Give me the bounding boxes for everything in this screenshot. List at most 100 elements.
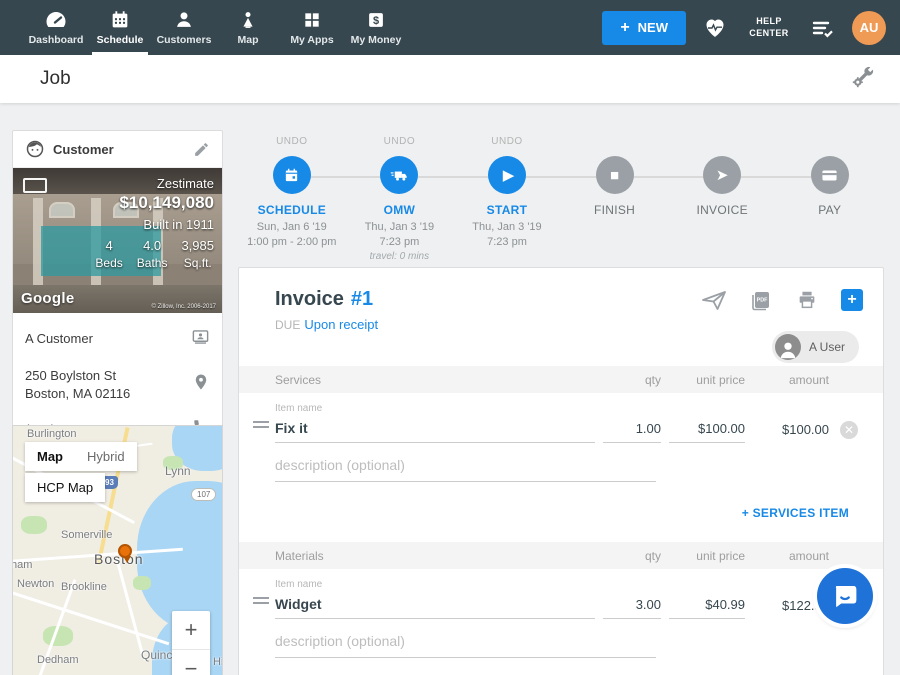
time-line: 7:23 pm xyxy=(380,236,420,248)
send-plane-icon: ➤ xyxy=(716,168,729,183)
materials-section-title: Materials xyxy=(275,549,595,563)
map-label-dedham: Dedham xyxy=(37,654,79,666)
chat-bubble-button[interactable] xyxy=(817,568,873,624)
services-item-row: Item name Fix it 1.00 $100.00 $100.00 ✕ xyxy=(239,393,883,443)
help-center-link[interactable]: HELP CENTER xyxy=(744,16,794,39)
park-area xyxy=(21,516,47,534)
property-streetview-photo[interactable]: Zestimate $10,149,080 Built in 1911 4Bed… xyxy=(13,168,222,313)
timeline-step-pay: PAY xyxy=(776,130,884,264)
service-qty-input[interactable]: 1.00 xyxy=(603,419,661,443)
new-button[interactable]: + NEW xyxy=(602,11,686,45)
finish-step-button[interactable]: ■ xyxy=(596,156,634,194)
invoice-number[interactable]: #1 xyxy=(351,288,373,311)
nav-item-my-apps[interactable]: My Apps xyxy=(280,0,344,55)
map-type-map-button[interactable]: Map xyxy=(25,442,75,471)
amount-column-header: amount xyxy=(753,373,829,387)
invoice-step-button[interactable]: ➤ xyxy=(703,156,741,194)
location-pin-icon[interactable] xyxy=(192,373,210,396)
hcp-map-button[interactable]: HCP Map xyxy=(25,473,105,502)
step-label: PAY xyxy=(818,203,841,217)
step-label: OMW xyxy=(384,203,416,217)
schedule-calendar-icon xyxy=(109,9,131,31)
assigned-user-chip[interactable]: A User xyxy=(772,331,859,363)
omw-step-button[interactable] xyxy=(380,156,418,194)
plus-icon: + xyxy=(620,19,629,37)
nav-label: Dashboard xyxy=(29,34,84,46)
nav-label: Customers xyxy=(157,34,212,46)
nav-item-my-money[interactable]: $ My Money xyxy=(344,0,408,55)
undo-start-button[interactable]: UNDO xyxy=(491,130,522,152)
timeline-step-start: UNDO ▶ START Thu, Jan 3 '19 7:23 pm xyxy=(453,130,561,264)
add-services-item-link[interactable]: + SERVICES ITEM xyxy=(742,506,849,520)
map-type-buttons: Map Hybrid xyxy=(25,442,137,471)
nav-item-schedule[interactable]: Schedule xyxy=(88,0,152,55)
undo-omw-button[interactable]: UNDO xyxy=(384,130,415,152)
nav-label: Map xyxy=(238,34,259,46)
zoom-out-button[interactable]: − xyxy=(172,649,210,675)
zestimate-overlay: Zestimate $10,149,080 Built in 1911 4Bed… xyxy=(95,176,214,270)
pdf-icon[interactable]: PDF xyxy=(749,288,773,312)
timeline-step-schedule: UNDO SCHEDULE Sun, Jan 6 '191:00 pm - 2:… xyxy=(238,130,346,264)
due-terms-link[interactable]: Upon receipt xyxy=(304,317,378,332)
remove-service-item-icon[interactable]: ✕ xyxy=(840,421,858,439)
zestimate-label: Zestimate xyxy=(95,176,214,191)
invoice-card: Invoice #1 DUEUpon receipt PDF + xyxy=(238,267,884,675)
health-heart-pulse-icon[interactable] xyxy=(702,16,728,40)
customer-address-row: 250 Boylston StBoston, MA 02116 xyxy=(25,359,210,410)
service-description-row: description (optional) xyxy=(239,443,883,482)
time-line: 7:23 pm xyxy=(487,236,527,248)
nav-label: My Money xyxy=(351,34,402,46)
step-label: FINISH xyxy=(594,203,635,217)
map-label-somerville: Somerville xyxy=(61,529,112,541)
schedule-step-button[interactable] xyxy=(273,156,311,194)
pay-step-button[interactable] xyxy=(811,156,849,194)
map-type-hybrid-button[interactable]: Hybrid xyxy=(75,442,137,471)
nav-item-customers[interactable]: Customers xyxy=(152,0,216,55)
invoice-header: Invoice #1 DUEUpon receipt PDF + xyxy=(239,268,883,332)
material-item-name-input[interactable]: Widget xyxy=(275,594,595,619)
mini-map[interactable]: Burlington Lynn Somerville ham Boston Ne… xyxy=(12,425,223,675)
send-invoice-icon[interactable] xyxy=(701,289,727,311)
job-status-timeline: UNDO SCHEDULE Sun, Jan 6 '191:00 pm - 2:… xyxy=(238,130,884,264)
address-line1: 250 Boylston St xyxy=(25,368,116,383)
job-location-marker[interactable] xyxy=(118,544,132,558)
add-services-row: + SERVICES ITEM xyxy=(239,482,883,522)
map-pin-person-icon xyxy=(238,9,258,31)
undo-schedule-button[interactable]: UNDO xyxy=(276,130,307,152)
service-unit-price-input[interactable]: $100.00 xyxy=(669,419,745,443)
nav-items: Dashboard Schedule Customers Map xyxy=(0,0,408,55)
material-qty-input[interactable]: 3.00 xyxy=(603,595,661,619)
drag-handle[interactable] xyxy=(253,418,269,431)
material-description-input[interactable]: description (optional) xyxy=(275,629,656,658)
job-settings-wrench-gear-icon[interactable] xyxy=(850,64,876,95)
drag-handle[interactable] xyxy=(253,594,269,607)
print-icon[interactable] xyxy=(795,289,819,311)
contact-card-icon[interactable] xyxy=(191,327,210,351)
material-unit-price-input[interactable]: $40.99 xyxy=(669,595,745,619)
service-description-input[interactable]: description (optional) xyxy=(275,453,656,482)
timeline-step-finish: ■ FINISH xyxy=(561,130,669,264)
date-line: Thu, Jan 3 '19 xyxy=(472,221,541,233)
add-invoice-item-button[interactable]: + xyxy=(841,289,863,311)
service-item-name-input[interactable]: Fix it xyxy=(275,418,595,443)
nav-item-dashboard[interactable]: Dashboard xyxy=(24,0,88,55)
map-label-burlington: Burlington xyxy=(27,428,77,440)
edit-pencil-icon[interactable] xyxy=(193,141,210,158)
calendar-icon xyxy=(283,167,300,184)
property-stats: 4Beds 4.0Baths 3,985Sq.ft. xyxy=(95,238,214,270)
zoom-in-button[interactable]: + xyxy=(172,611,210,649)
time-line: 1:00 pm - 2:00 pm xyxy=(247,236,336,248)
invoice-actions: PDF + xyxy=(701,288,863,312)
water-area xyxy=(137,481,223,631)
step-label: START xyxy=(487,203,528,217)
user-avatar[interactable]: AU xyxy=(852,11,886,45)
nav-item-map[interactable]: Map xyxy=(216,0,280,55)
timeline-step-invoice: ➤ INVOICE xyxy=(668,130,776,264)
tasks-checklist-icon[interactable] xyxy=(810,17,836,39)
start-step-button[interactable]: ▶ xyxy=(488,156,526,194)
new-button-label: NEW xyxy=(638,20,668,35)
map-label-ham: ham xyxy=(12,559,32,571)
map-label-brookline: Brookline xyxy=(61,581,107,593)
play-icon: ▶ xyxy=(503,168,515,183)
unit-price-column-header: unit price xyxy=(669,373,745,387)
